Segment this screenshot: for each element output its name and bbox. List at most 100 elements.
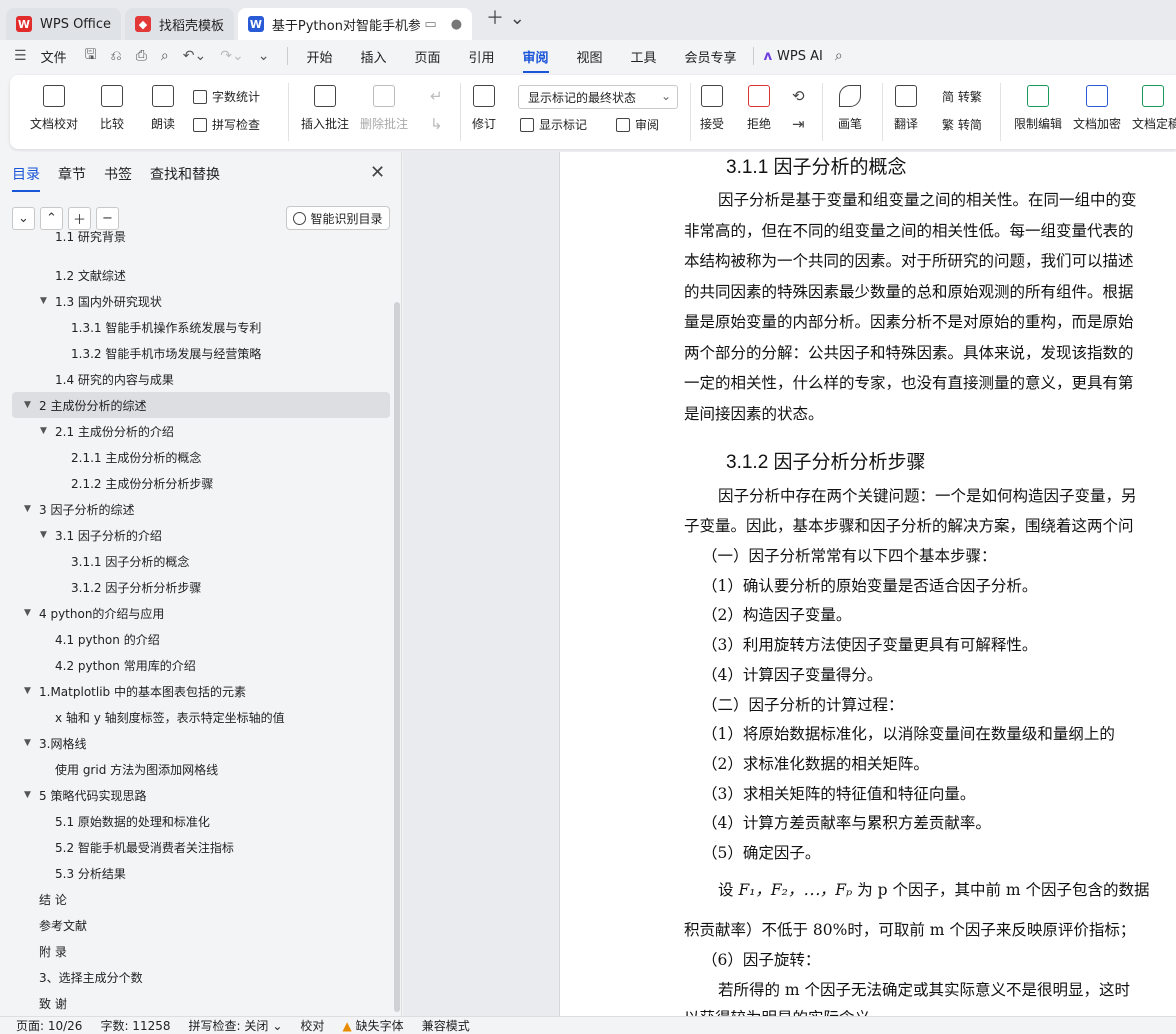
tab-toc[interactable]: 目录 (12, 164, 40, 192)
document-page[interactable]: 3.1.1 因子分析的概念 因子分析是基于变量和组变量之间的相关性。在同一组中的… (559, 152, 1176, 1016)
next-comment-icon[interactable]: ↳ (430, 115, 443, 133)
toc-item[interactable]: ▼ 1.Matplotlib 中的基本图表包括的元素 (0, 678, 392, 704)
tab-docer[interactable]: ◆ 找稻壳模板 (125, 8, 235, 40)
redo-icon[interactable]: ↷⌄ (220, 48, 243, 64)
review-pane-button[interactable]: 审阅 (616, 116, 659, 133)
toc-item[interactable]: 3、选择主成分个数 (0, 964, 392, 990)
menu-home[interactable]: 开始 (306, 47, 332, 66)
menu-tools[interactable]: 工具 (631, 47, 657, 66)
toc-item[interactable]: ▼ 2.1 主成份分析的介绍 (0, 418, 392, 444)
next-change-icon[interactable]: ⇥ (792, 115, 805, 133)
toc-scrollbar[interactable] (394, 302, 400, 1012)
word-count-button[interactable]: 字数统计 (193, 88, 260, 105)
expand-arrow-icon[interactable]: ▼ (24, 790, 31, 800)
toc-item[interactable]: 5.3 分析结果 (0, 860, 392, 886)
toc-item[interactable]: 致 谢 (0, 990, 392, 1016)
show-markup-button[interactable]: 显示标记 (520, 116, 587, 133)
monitor-icon[interactable]: ▭ (424, 17, 436, 32)
hamburger-menu-icon[interactable]: ☰ (14, 48, 27, 64)
spell-check-status[interactable]: 拼写检查: 关闭 ⌄ (189, 1017, 283, 1034)
encrypt-button[interactable]: 文档加密 (1073, 85, 1121, 132)
revise-button[interactable]: 修订 (472, 85, 496, 132)
toc-item[interactable]: 4.1 python 的介绍 (0, 626, 392, 652)
toc-item[interactable]: 3.1.2 因子分析分析步骤 (0, 574, 392, 600)
menu-page[interactable]: 页面 (414, 47, 440, 66)
expand-arrow-icon[interactable]: ▼ (24, 738, 31, 748)
toc-item[interactable]: 2.1.1 主成份分析的概念 (0, 444, 392, 470)
expand-arrow-icon[interactable]: ▼ (24, 686, 31, 696)
add-heading-button[interactable]: ＋ (68, 207, 91, 230)
menu-view[interactable]: 视图 (577, 47, 603, 66)
toc-item[interactable]: ▼ 1.3 国内外研究现状 (0, 288, 392, 314)
expand-arrow-icon[interactable]: ▼ (24, 400, 31, 410)
save-icon[interactable]: 🖫 (85, 44, 97, 68)
tab-find-replace[interactable]: 查找和替换 (150, 164, 220, 184)
toc-item[interactable]: 3.1.1 因子分析的概念 (0, 548, 392, 574)
toc-item[interactable]: 1.3.1 智能手机操作系统发展与专利 (0, 314, 392, 340)
tab-wps-office[interactable]: W WPS Office (6, 8, 122, 40)
tab-sections[interactable]: 章节 (58, 164, 86, 184)
expand-arrow-icon[interactable]: ▼ (40, 296, 47, 306)
toc-item[interactable]: 结 论 (0, 886, 392, 912)
toc-item[interactable]: 2.1.2 主成份分析分析步骤 (0, 470, 392, 496)
close-icon[interactable]: ✕ (370, 162, 385, 183)
expand-up-button[interactable]: ⌃ (40, 207, 63, 230)
toc-item[interactable]: 5.2 智能手机最受消费者关注指标 (0, 834, 392, 860)
search-icon[interactable]: ⌕ (835, 48, 843, 64)
expand-arrow-icon[interactable]: ▼ (24, 608, 31, 618)
missing-font-status[interactable]: ▲ 缺失字体 (342, 1017, 403, 1034)
toc-item[interactable]: ▼ 2 主成份分析的综述 (12, 392, 390, 418)
tab-close-dot-icon[interactable]: ● (451, 17, 462, 32)
print-icon[interactable]: ⎙ (136, 48, 147, 64)
toc-item[interactable]: ▼ 3 因子分析的综述 (0, 496, 392, 522)
toc-item[interactable]: ▼ 5 策略代码实现思路 (0, 782, 392, 808)
markup-display-select[interactable]: 显示标记的最终状态 ⌄ (518, 85, 678, 109)
toc-item[interactable]: 5.1 原始数据的处理和标准化 (0, 808, 392, 834)
new-tab-plus-icon[interactable]: ＋ ⌄ (486, 4, 525, 30)
delete-comment-button[interactable]: 删除批注 (360, 85, 408, 132)
prev-change-icon[interactable]: ⟲ (792, 87, 805, 105)
word-count-status[interactable]: 字数: 11258 (100, 1017, 170, 1034)
menu-file[interactable]: 文件 (41, 47, 67, 66)
toc-item[interactable]: x 轴和 y 轴刻度标签，表示特定坐标轴的值 (0, 704, 392, 730)
read-aloud-button[interactable]: 朗读 (151, 85, 175, 132)
expand-arrow-icon[interactable]: ▼ (40, 530, 47, 540)
to-simplified-button[interactable]: 繁 转简 (942, 116, 982, 133)
to-traditional-button[interactable]: 简 转繁 (942, 88, 982, 105)
menu-insert[interactable]: 插入 (360, 47, 386, 66)
print-preview-icon[interactable]: ⌕ (161, 48, 169, 64)
toc-item[interactable]: 使用 grid 方法为图添加网格线 (0, 756, 392, 782)
prev-comment-icon[interactable]: ↵ (430, 87, 443, 105)
translate-button[interactable]: 翻译 (894, 85, 918, 132)
page-indicator[interactable]: 页面: 10/26 (16, 1017, 82, 1034)
toc-item[interactable]: ▼ 4 python的介绍与应用 (0, 600, 392, 626)
proof-status[interactable]: 校对 (300, 1017, 324, 1034)
collapse-all-button[interactable]: ⌄ (12, 207, 35, 230)
toc-item[interactable]: ▼ 3.网格线 (0, 730, 392, 756)
share-icon[interactable]: ⎌ (111, 48, 122, 64)
reject-button[interactable]: 拒绝 (747, 85, 771, 132)
toc-item[interactable]: 1.3.2 智能手机市场发展与经营策略 (0, 340, 392, 366)
tab-document[interactable]: W 基于Python对智能手机参数对 ▭ ● (238, 8, 473, 40)
toc-item[interactable]: 4.2 python 常用库的介绍 (0, 652, 392, 678)
toc-item[interactable]: 1.4 研究的内容与成果 (0, 366, 392, 392)
toc-item[interactable]: 参考文献 (0, 912, 392, 938)
insert-comment-button[interactable]: 插入批注 (301, 85, 349, 132)
toc-item[interactable]: 1.2 文献综述 (0, 262, 392, 288)
spell-check-button[interactable]: 拼写检查 (193, 116, 260, 133)
undo-icon[interactable]: ↶⌄ (183, 48, 206, 64)
toc-item[interactable]: 附 录 (0, 938, 392, 964)
toc-item[interactable]: 1.1 研究背景 (0, 230, 392, 262)
toc-item[interactable]: ▼ 3.1 因子分析的介绍 (0, 522, 392, 548)
tab-bookmarks[interactable]: 书签 (104, 164, 132, 184)
pen-button[interactable]: 画笔 (838, 85, 862, 132)
expand-arrow-icon[interactable]: ▼ (40, 426, 47, 436)
doc-check-button[interactable]: 文档校对 (30, 85, 78, 132)
remove-heading-button[interactable]: − (96, 207, 119, 230)
smart-toc-button[interactable]: 智能识别目录 (286, 206, 390, 230)
expand-arrow-icon[interactable]: ▼ (24, 504, 31, 514)
compare-button[interactable]: 比较 (100, 85, 124, 132)
menu-wps-ai[interactable]: WPS AI (777, 49, 823, 64)
menu-review[interactable]: 审阅 (522, 47, 549, 73)
restrict-edit-button[interactable]: 限制编辑 (1014, 85, 1062, 132)
